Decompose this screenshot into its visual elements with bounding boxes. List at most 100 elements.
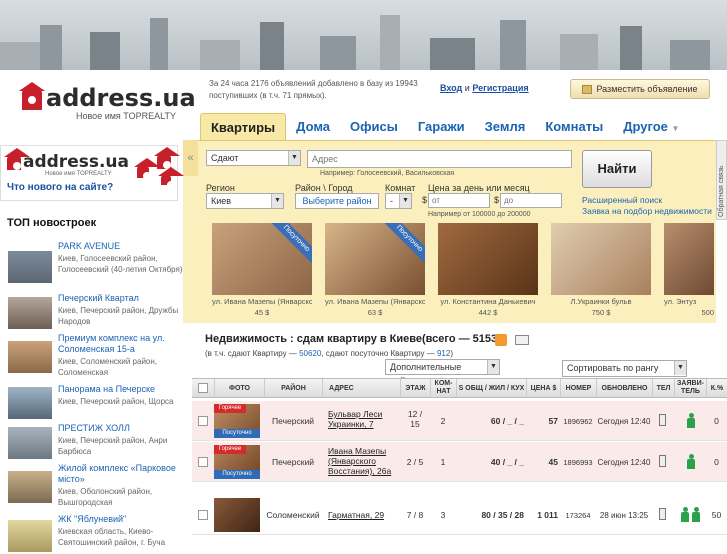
newbuild-item[interactable]: Печерский Квартал Киев, Печерский район,… (8, 293, 180, 333)
register-link[interactable]: Регистрация (472, 83, 528, 93)
request-link[interactable]: Заявка на подбор недвижимости (582, 206, 712, 216)
col-price[interactable]: ЦЕНА $ (526, 379, 560, 398)
district-select[interactable]: Выберите район (295, 193, 379, 209)
tab-offices[interactable]: Офисы (340, 113, 408, 140)
category-tabs: Квартиры Дома Офисы Гаражи Земля Комнаты… (200, 113, 689, 140)
apartments-count-link[interactable]: 50620 (299, 349, 321, 358)
tab-garages[interactable]: Гаражи (408, 113, 475, 140)
newbuild-item[interactable]: ЖК "Яблуневий" Киевская область, Киево-С… (8, 514, 180, 554)
whats-new-banner[interactable]: address.ua Новое имя TOPREALTY Что новог… (0, 145, 184, 201)
feedback-tab[interactable]: Обратная связь (716, 140, 727, 220)
row-checkbox[interactable] (198, 457, 208, 467)
phone-icon[interactable] (659, 455, 666, 467)
actions-select[interactable]: Дополнительные действия▼ (385, 359, 500, 386)
col-phone[interactable]: ТЕЛ (652, 379, 674, 398)
featured-photo[interactable] (664, 223, 714, 295)
row-checkbox[interactable] (198, 510, 208, 520)
col-number[interactable]: НОМЕР (560, 379, 596, 398)
featured-photo[interactable] (551, 223, 651, 295)
table-row[interactable]: Горячее Посуточно Печерский Ивана Мазепы… (192, 442, 727, 482)
collapse-icon[interactable]: « (183, 140, 198, 176)
newbuild-photo (8, 427, 52, 459)
row-address-line: Ивана Мазепы (328, 446, 387, 456)
col-address[interactable]: АДРЕС (322, 379, 400, 398)
tab-land[interactable]: Земля (475, 113, 536, 140)
col-floor[interactable]: ЭТАЖ (400, 379, 430, 398)
address-input[interactable] (307, 150, 572, 168)
table-row[interactable]: Соломенский Гарматная, 29 7 / 8 3 80 / 3… (192, 495, 727, 535)
login-link[interactable]: Вход (440, 83, 462, 93)
col-area[interactable]: S ОБЩ / ЖИЛ / КУХ (456, 379, 526, 398)
newbuild-location: Киев, Оболонский район, Вышгородская (58, 487, 153, 507)
table-row[interactable]: Горячее Посуточно Печерский Бульвар Леси… (192, 401, 727, 441)
advanced-search-link[interactable]: Расширенный поиск (582, 195, 662, 205)
row-checkbox[interactable] (198, 416, 208, 426)
phone-icon[interactable] (659, 414, 666, 426)
sort-select[interactable]: Сортировать по рангу ▼ (562, 360, 687, 377)
results-table-header: ФОТО РАЙОН АДРЕС ЭТАЖ КОМ-НАТ S ОБЩ / ЖИ… (192, 378, 727, 398)
newbuild-name[interactable]: PARK AVENUE (58, 241, 183, 252)
banner-logo-text: address.ua (23, 152, 129, 172)
row-address-line: Бульвар Леси (328, 409, 383, 419)
row-address[interactable]: Ивана Мазепы (Январского Восстания), 26а (328, 446, 391, 476)
chevron-down-icon: ▼ (487, 360, 499, 374)
mail-icon[interactable] (515, 335, 529, 345)
stats-text: За 24 часа 2176 объявлений добавлено в б… (209, 79, 418, 100)
col-updated[interactable]: ОБНОВЛЕНО (596, 379, 652, 398)
col-district[interactable]: РАЙОН (264, 379, 322, 398)
row-address[interactable]: Гарматная, 29 (328, 510, 384, 520)
row-number: 1896993 (563, 458, 593, 467)
rooms-select[interactable]: - ▼ (385, 193, 412, 209)
newbuild-item[interactable]: PARK AVENUE Киев, Голосеевский район, Го… (8, 241, 183, 283)
row-number: 1896962 (563, 417, 593, 426)
newbuild-item[interactable]: Панорама на Печерске Киев, Печерский рай… (8, 384, 180, 424)
listing-photo[interactable] (214, 498, 260, 532)
featured-caption[interactable]: ул. Энтуз 500 (664, 296, 714, 318)
price-from-input[interactable] (428, 193, 490, 208)
col-applicant[interactable]: ЗАЯВИ-ТЕЛЬ (674, 379, 706, 398)
newbuild-name[interactable]: ЖК "Яблуневий" (58, 514, 183, 525)
price-label: Цена за день или месяц (428, 183, 530, 193)
tab-apartments[interactable]: Квартиры (200, 113, 287, 140)
deal-type-select[interactable]: Сдают ▼ (206, 150, 301, 166)
newbuild-item[interactable]: Премиум комплекс на ул. Соломенская 15-а… (8, 333, 183, 377)
tab-houses[interactable]: Дома (286, 113, 340, 140)
col-rooms[interactable]: КОМ-НАТ (430, 379, 456, 398)
site-logo[interactable]: address.ua Новое имя TOPREALTY (18, 80, 196, 130)
featured-caption[interactable]: ул. Константина Данькевич 442 $ (438, 296, 538, 318)
daily-count-link[interactable]: 912 (437, 349, 450, 358)
find-button[interactable]: Найти (582, 150, 652, 188)
post-ad-button[interactable]: Разместить объявление (570, 79, 710, 99)
newbuild-name[interactable]: Печерский Квартал (58, 293, 183, 304)
row-area: 80 / 35 / 28 (481, 510, 524, 520)
newbuild-name[interactable]: ПРЕСТИЖ ХОЛЛ (58, 423, 183, 434)
hot-badge: Горячее (214, 404, 246, 413)
col-commission[interactable]: К.% (706, 379, 727, 398)
rss-icon[interactable] (495, 334, 507, 346)
featured-photo[interactable]: Посуточно (212, 223, 312, 295)
newbuild-name[interactable]: Панорама на Печерске (58, 384, 183, 395)
newbuild-name[interactable]: Премиум комплекс на ул. Соломенская 15-а (58, 333, 183, 355)
tab-rooms[interactable]: Комнаты (535, 113, 613, 140)
featured-photo[interactable] (438, 223, 538, 295)
featured-caption[interactable]: ул. Ивана Мазепы (Январско 63 $ (325, 296, 425, 318)
tab-other[interactable]: Другое ▼ (613, 113, 689, 140)
featured-photo[interactable]: Посуточно (325, 223, 425, 295)
select-all-checkbox[interactable] (198, 383, 208, 393)
featured-caption[interactable]: ул. Ивана Мазепы (Январско 45 $ (212, 296, 312, 318)
newbuild-name[interactable]: Жилой комплекс «Парковое місто» (58, 463, 183, 485)
featured-caption[interactable]: Л.Украинки бульв 750 $ (551, 296, 651, 318)
col-photo[interactable]: ФОТО (214, 379, 264, 398)
newbuild-item[interactable]: Жилой комплекс «Парковое місто» Киев, Об… (8, 463, 183, 507)
skyline-building (670, 40, 710, 70)
row-floor-line: 15 (410, 419, 420, 429)
phone-icon[interactable] (659, 508, 666, 520)
price-to-input[interactable] (500, 193, 562, 208)
skyline-building (320, 36, 356, 70)
newbuild-item[interactable]: ПРЕСТИЖ ХОЛЛ Киев, Печерский район, Анри… (8, 423, 180, 463)
featured-price: 442 $ (478, 308, 498, 317)
chevron-down-icon: ▼ (399, 194, 411, 208)
region-select[interactable]: Киев ▼ (206, 193, 284, 209)
row-address[interactable]: Бульвар Леси Украинки, 7 (328, 409, 382, 429)
row-district: Соломенский (266, 510, 320, 520)
